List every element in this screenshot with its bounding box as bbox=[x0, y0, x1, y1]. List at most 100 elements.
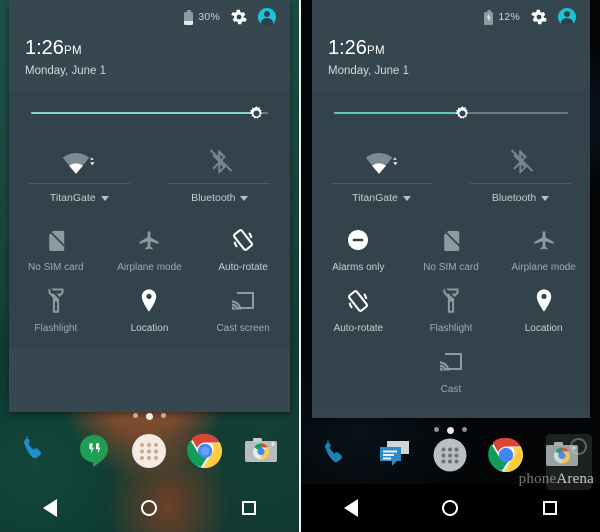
bluetooth-detail-tile[interactable]: Bluetooth bbox=[150, 141, 291, 210]
tile-location[interactable]: Location bbox=[103, 277, 197, 338]
home-page-dots bbox=[0, 413, 299, 420]
tile-airplane-mode[interactable]: Airplane mode bbox=[103, 216, 197, 277]
tile-alarms-only[interactable]: Alarms only bbox=[312, 216, 405, 277]
battery-status: 30% bbox=[184, 9, 220, 25]
page-dot[interactable] bbox=[161, 413, 166, 418]
gear-icon[interactable] bbox=[531, 9, 547, 25]
page-dot[interactable] bbox=[133, 413, 138, 418]
wifi-ssid-label: TitanGate bbox=[352, 192, 398, 204]
user-avatar-icon[interactable] bbox=[558, 8, 576, 26]
brightness-track[interactable] bbox=[334, 105, 568, 119]
clock-block: 1:26PM Monday, June 1 bbox=[326, 34, 576, 91]
chevron-down-icon[interactable] bbox=[240, 195, 249, 201]
tile-label: Cast screen bbox=[216, 323, 270, 334]
wifi-icon bbox=[62, 141, 96, 183]
clock-date: Monday, June 1 bbox=[328, 65, 409, 77]
tile-label: Auto-rotate bbox=[333, 323, 384, 334]
wifi-label-row[interactable]: TitanGate bbox=[50, 184, 109, 210]
flashlight-off-icon bbox=[442, 286, 460, 316]
back-icon[interactable] bbox=[331, 488, 371, 528]
tile-label: Airplane mode bbox=[117, 262, 182, 273]
chevron-down-icon[interactable] bbox=[541, 195, 550, 201]
messaging-icon[interactable] bbox=[373, 433, 417, 477]
right-phone-screenshot: 12% 1:26PM Monday, June 1 TitanGate Blue… bbox=[301, 0, 600, 532]
status-bar: 30% bbox=[23, 0, 276, 34]
shade-header: 30% 1:26PM Monday, June 1 bbox=[9, 0, 290, 91]
brightness-fill bbox=[31, 112, 257, 114]
wifi-label-row[interactable]: TitanGate bbox=[352, 184, 411, 210]
user-avatar-icon[interactable] bbox=[258, 8, 276, 26]
auto-rotate-icon bbox=[230, 225, 256, 255]
screenshot-divider bbox=[299, 0, 301, 532]
tile-airplane-mode[interactable]: Airplane mode bbox=[497, 216, 590, 277]
tile-flashlight[interactable]: Flashlight bbox=[9, 277, 103, 338]
clock-date: Monday, June 1 bbox=[25, 65, 106, 77]
brightness-slider[interactable] bbox=[312, 91, 590, 135]
back-icon[interactable] bbox=[30, 488, 70, 528]
page-dot-active[interactable] bbox=[146, 413, 153, 420]
tile-flashlight[interactable]: Flashlight bbox=[405, 277, 498, 338]
tile-label: Alarms only bbox=[332, 262, 385, 273]
navigation-bar bbox=[0, 484, 299, 532]
tile-cast[interactable]: Cast bbox=[405, 338, 498, 399]
hangouts-icon[interactable] bbox=[72, 429, 116, 473]
bluetooth-label: Bluetooth bbox=[191, 192, 236, 204]
tile-auto-rotate[interactable]: Auto-rotate bbox=[196, 216, 290, 277]
shade-header: 12% 1:26PM Monday, June 1 bbox=[312, 0, 590, 91]
alarms-only-icon bbox=[346, 225, 370, 255]
comparison-screenshot: 30% 1:26PM Monday, June 1 TitanGate Blue… bbox=[0, 0, 600, 532]
bluetooth-off-icon bbox=[507, 141, 535, 183]
left-phone-screenshot: 30% 1:26PM Monday, June 1 TitanGate Blue… bbox=[0, 0, 299, 532]
tile-no-sim-card[interactable]: No SIM card bbox=[405, 216, 498, 277]
chevron-down-icon[interactable] bbox=[402, 195, 411, 201]
tile-auto-rotate[interactable]: Auto-rotate bbox=[312, 277, 405, 338]
tile-label: Cast bbox=[440, 384, 462, 395]
battery-percent-label: 12% bbox=[498, 11, 520, 23]
bluetooth-label-row[interactable]: Bluetooth bbox=[191, 184, 249, 210]
wifi-detail-tile[interactable]: TitanGate bbox=[9, 141, 150, 210]
brightness-track[interactable] bbox=[31, 105, 268, 119]
phone-dialer-icon[interactable] bbox=[16, 429, 60, 473]
location-icon bbox=[139, 286, 159, 316]
auto-rotate-icon bbox=[345, 286, 371, 316]
tile-no-sim-card[interactable]: No SIM card bbox=[9, 216, 103, 277]
tile-label: No SIM card bbox=[28, 262, 84, 273]
wifi-icon bbox=[365, 141, 399, 183]
tile-label: Location bbox=[130, 323, 169, 334]
brightness-sun-icon[interactable] bbox=[454, 105, 471, 122]
brightness-slider[interactable] bbox=[9, 91, 290, 135]
tile-label: Airplane mode bbox=[511, 262, 576, 273]
bluetooth-off-icon bbox=[206, 141, 234, 183]
watermark: phoneArena bbox=[519, 471, 594, 488]
tile-label: Flashlight bbox=[34, 323, 78, 334]
tile-cast-screen[interactable]: Cast screen bbox=[196, 277, 290, 338]
wifi-detail-tile[interactable]: TitanGate bbox=[312, 141, 451, 210]
connectivity-row: TitanGate Bluetooth bbox=[312, 135, 590, 212]
shade-body: TitanGate Bluetooth bbox=[9, 91, 290, 348]
app-drawer-icon[interactable] bbox=[428, 433, 472, 477]
home-dock bbox=[0, 422, 299, 480]
quick-settings-shade[interactable]: 12% 1:26PM Monday, June 1 TitanGate Blue… bbox=[312, 0, 590, 418]
camera-icon[interactable] bbox=[239, 429, 283, 473]
app-drawer-icon[interactable] bbox=[127, 429, 171, 473]
bluetooth-label-row[interactable]: Bluetooth bbox=[492, 184, 550, 210]
battery-icon bbox=[184, 9, 194, 25]
bluetooth-detail-tile[interactable]: Bluetooth bbox=[451, 141, 590, 210]
quick-settings-tiles: Alarms only No SIM card Airplane mode Au… bbox=[312, 212, 590, 399]
connectivity-row: TitanGate Bluetooth bbox=[9, 135, 290, 212]
quick-settings-shade[interactable]: 30% 1:26PM Monday, June 1 TitanGate Blue… bbox=[9, 0, 290, 412]
brightness-sun-icon[interactable] bbox=[248, 105, 265, 122]
recents-icon[interactable] bbox=[530, 488, 570, 528]
quick-settings-tiles: No SIM card Airplane mode Auto-rotate Fl… bbox=[9, 212, 290, 338]
home-icon[interactable] bbox=[129, 488, 169, 528]
tile-location[interactable]: Location bbox=[497, 277, 590, 338]
gear-icon[interactable] bbox=[231, 9, 247, 25]
wifi-ssid-label: TitanGate bbox=[49, 192, 96, 204]
tile-label: Location bbox=[524, 323, 563, 334]
chevron-down-icon[interactable] bbox=[100, 195, 109, 201]
home-icon[interactable] bbox=[430, 488, 470, 528]
chrome-icon[interactable] bbox=[183, 429, 227, 473]
no-sim-card-icon bbox=[45, 225, 67, 255]
phone-dialer-icon[interactable] bbox=[317, 433, 361, 477]
recents-icon[interactable] bbox=[229, 488, 269, 528]
